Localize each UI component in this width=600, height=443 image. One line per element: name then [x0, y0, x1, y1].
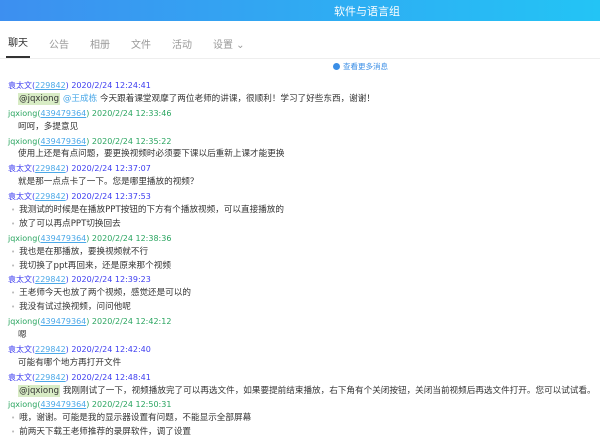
timestamp: 2020/2/24 12:39:23 — [71, 275, 151, 285]
message-line: 我没有试过换视频，问问他呢 — [8, 301, 600, 315]
tab-4[interactable]: 活动 — [170, 36, 194, 58]
message-text: 嗯 — [18, 330, 27, 341]
message-line: 我测试的时候是在播放PPT按钮的下方有个播放视频，可以直接播放的 — [8, 204, 600, 218]
sender-id-link[interactable]: 439479364 — [40, 137, 86, 146]
timestamp: 2020/2/24 12:33:46 — [91, 108, 172, 118]
sender-name[interactable]: jqxiong — [8, 109, 37, 118]
timestamp: 2020/2/24 12:37:07 — [71, 164, 151, 174]
sender-name[interactable]: 袁太文 — [8, 81, 32, 90]
message-line: 放了可以再点PPT切换回去 — [8, 218, 600, 232]
message-text: 哦，谢谢。可能是我的显示器设置有问题，不能显示全部屏幕 — [19, 413, 252, 424]
message-header: 袁太文(229842) 2020/2/24 12:37:07 — [8, 164, 151, 174]
sender-id-link[interactable]: 229842 — [35, 164, 66, 173]
at-user[interactable]: @王成栋 — [63, 94, 97, 104]
message-text: 王老师今天也放了两个视频，感觉还是可以的 — [19, 288, 192, 299]
sender-id-link[interactable]: 439479364 — [40, 317, 86, 326]
message-line: 哦，谢谢。可能是我的显示器设置有问题，不能显示全部屏幕 — [8, 412, 600, 426]
sender-name[interactable]: 袁太文 — [8, 275, 32, 284]
message-header: jqxiong(439479364) 2020/2/24 12:42:12 — [8, 317, 172, 327]
tab-bar: 聊天 公告 相册 文件 活动 设置 ⌄ — [0, 21, 600, 59]
message-line: 我切换了ppt再回来，还是原来那个视频 — [8, 260, 600, 274]
tab-1[interactable]: 公告 — [47, 36, 71, 58]
sender-id-link[interactable]: 439479364 — [40, 400, 86, 409]
message-text: 我没有试过换视频，问问他呢 — [19, 302, 131, 313]
clock-icon — [333, 63, 340, 70]
sender-name[interactable]: 袁太文 — [8, 164, 32, 173]
message-text: 前两天下载王老师推荐的录屏软件，调了设置 — [19, 427, 192, 438]
sender-id-link[interactable]: 439479364 — [40, 109, 86, 118]
message-text: 呵呵，多提意见 — [18, 121, 79, 132]
sender-name[interactable]: jqxiong — [8, 234, 37, 243]
message-text: 可能有哪个地方再打开文件 — [18, 357, 122, 368]
message-header: jqxiong(439479364) 2020/2/24 12:33:46 — [8, 108, 172, 118]
sender-name[interactable]: jqxiong — [8, 400, 37, 409]
sender-name[interactable]: jqxiong — [8, 317, 37, 326]
tab-3[interactable]: 文件 — [129, 36, 153, 58]
message-header: 袁太文(229842) 2020/2/24 12:48:41 — [8, 372, 151, 382]
message-text: 我也是在那播放，要换视频就不行 — [19, 246, 149, 257]
message-text: 我切换了ppt再回来，还是原来那个视频 — [19, 260, 171, 271]
message-line: 王老师今天也放了两个视频，感觉还是可以的 — [8, 287, 600, 301]
sender-name[interactable]: jqxiong — [8, 137, 37, 146]
sender-name[interactable]: 袁太文 — [8, 192, 32, 201]
sender-name[interactable]: 袁太文 — [8, 373, 32, 382]
message-header: jqxiong(439479364) 2020/2/24 12:50:31 — [8, 400, 172, 410]
group-header: 软件与语言组 — [0, 0, 600, 21]
message-line: 嗯 — [8, 329, 600, 343]
mention-tag[interactable]: @jqxiong — [18, 92, 61, 105]
timestamp: 2020/2/24 12:38:36 — [91, 233, 172, 243]
message-line: 可能有哪个地方再打开文件 — [8, 357, 600, 371]
sender-id-link[interactable]: 229842 — [35, 345, 66, 354]
message-line: @jqxiong @王成栋 今天跟着课堂观摩了两位老师的讲课，很顺利！学习了好些… — [8, 92, 600, 107]
timestamp: 2020/2/24 12:35:22 — [91, 136, 172, 146]
sender-id-link[interactable]: 229842 — [35, 192, 66, 201]
message-text: 使用上还是有点问题，要更换视频时必须要下课以后重新上课才能更换 — [18, 149, 285, 160]
sender-id-link[interactable]: 229842 — [35, 275, 66, 284]
message-line: @jqxiong 我刚刚试了一下，视频播放完了可以再选文件，如果要提前结束播放，… — [8, 384, 600, 399]
tab-2[interactable]: 相册 — [88, 36, 112, 58]
tab-5[interactable]: 设置 ⌄ — [211, 36, 247, 58]
message-header: 袁太文(229842) 2020/2/24 12:37:53 — [8, 192, 151, 202]
message-text: 放了可以再点PPT切换回去 — [19, 218, 121, 229]
message-line: 就是那一点点卡了一下。您是哪里播放的视频？ — [8, 176, 600, 190]
message-header: 袁太文(229842) 2020/2/24 12:42:40 — [8, 344, 151, 354]
sender-id-link[interactable]: 229842 — [35, 81, 66, 90]
sender-name[interactable]: 袁太文 — [8, 345, 32, 354]
message-line: 呵呵，多提意见 — [8, 121, 600, 135]
message-header: jqxiong(439479364) 2020/2/24 12:38:36 — [8, 233, 172, 243]
sender-id-link[interactable]: 229842 — [35, 373, 66, 382]
mention-tag[interactable]: @jqxiong — [18, 384, 61, 397]
timestamp: 2020/2/24 12:48:41 — [71, 372, 151, 382]
message-line: 我也是在那播放，要换视频就不行 — [8, 246, 600, 260]
message-line: 前两天下载王老师推荐的录屏软件，调了设置 — [8, 426, 600, 440]
message-text: 我测试的时候是在播放PPT按钮的下方有个播放视频，可以直接播放的 — [19, 205, 284, 216]
timestamp: 2020/2/24 12:37:53 — [71, 192, 151, 202]
message-text: 我刚刚试了一下，视频播放完了可以再选文件，如果要提前结束播放，右下角有个关闭按钮… — [62, 385, 596, 396]
timestamp: 2020/2/24 12:42:12 — [91, 317, 172, 327]
message-header: 袁太文(229842) 2020/2/24 12:24:41 — [8, 81, 151, 90]
message-header: 袁太文(229842) 2020/2/24 12:39:23 — [8, 275, 151, 285]
group-title: 软件与语言组 — [334, 5, 400, 18]
message-list: 袁太文(229842) 2020/2/24 12:24:41 @jqxiong @… — [8, 79, 600, 440]
message-header: jqxiong(439479364) 2020/2/24 12:35:22 — [8, 136, 172, 146]
timestamp: 2020/2/24 12:42:40 — [71, 344, 151, 354]
message-text: 今天跟着课堂观摩了两位老师的讲课，很顺利！学习了好些东西，谢谢！ — [99, 93, 375, 104]
timestamp: 2020/2/24 12:50:31 — [91, 400, 172, 410]
view-more-messages-link[interactable]: 查看更多消息 — [333, 61, 388, 72]
timestamp: 2020/2/24 12:24:41 — [71, 81, 151, 90]
tab-0[interactable]: 聊天 — [6, 34, 30, 58]
message-text: 就是那一点点卡了一下。您是哪里播放的视频？ — [18, 177, 199, 188]
sender-id-link[interactable]: 439479364 — [40, 234, 86, 243]
message-line: 使用上还是有点问题，要更换视频时必须要下课以后重新上课才能更换 — [8, 148, 600, 162]
